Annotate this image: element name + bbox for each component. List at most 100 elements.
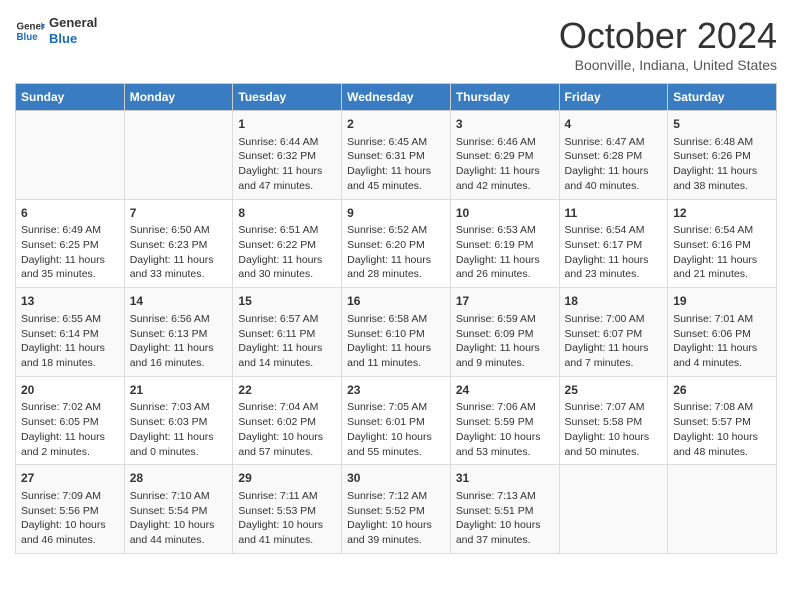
calendar-cell: 8Sunrise: 6:51 AM Sunset: 6:22 PM Daylig… — [233, 199, 342, 288]
day-header-thursday: Thursday — [450, 84, 559, 111]
week-row-4: 20Sunrise: 7:02 AM Sunset: 6:05 PM Dayli… — [16, 376, 777, 465]
location: Boonville, Indiana, United States — [559, 57, 777, 73]
cell-content: Sunrise: 7:05 AM Sunset: 6:01 PM Dayligh… — [347, 400, 445, 459]
month-title: October 2024 — [559, 15, 777, 57]
cell-content: Sunrise: 7:06 AM Sunset: 5:59 PM Dayligh… — [456, 400, 554, 459]
day-header-wednesday: Wednesday — [342, 84, 451, 111]
calendar-cell: 2Sunrise: 6:45 AM Sunset: 6:31 PM Daylig… — [342, 111, 451, 200]
svg-text:General: General — [17, 21, 46, 32]
day-number: 8 — [238, 205, 336, 222]
cell-content: Sunrise: 6:48 AM Sunset: 6:26 PM Dayligh… — [673, 135, 771, 194]
calendar-header-row: SundayMondayTuesdayWednesdayThursdayFrid… — [16, 84, 777, 111]
cell-content: Sunrise: 7:10 AM Sunset: 5:54 PM Dayligh… — [130, 489, 228, 548]
day-number: 30 — [347, 470, 445, 487]
day-header-saturday: Saturday — [668, 84, 777, 111]
week-row-1: 1 Sunrise: 6:44 AM Sunset: 6:32 PM Daylig… — [16, 111, 777, 200]
cell-content: Sunrise: 6:49 AM Sunset: 6:25 PM Dayligh… — [21, 223, 119, 282]
calendar-cell: 6Sunrise: 6:49 AM Sunset: 6:25 PM Daylig… — [16, 199, 125, 288]
day-number: 13 — [21, 293, 119, 310]
day-number: 9 — [347, 205, 445, 222]
day-header-monday: Monday — [124, 84, 233, 111]
day-number: 22 — [238, 382, 336, 399]
cell-content: Sunrise: 6:45 AM Sunset: 6:31 PM Dayligh… — [347, 135, 445, 194]
cell-content: Sunrise: 6:50 AM Sunset: 6:23 PM Dayligh… — [130, 223, 228, 282]
calendar-cell: 26Sunrise: 7:08 AM Sunset: 5:57 PM Dayli… — [668, 376, 777, 465]
calendar-cell: 30 Sunrise: 7:12 AM Sunset: 5:52 PM Dayli… — [342, 465, 451, 554]
day-number: 10 — [456, 205, 554, 222]
cell-content: Sunrise: 6:59 AM Sunset: 6:09 PM Dayligh… — [456, 312, 554, 371]
day-number: 26 — [673, 382, 771, 399]
day-number: 6 — [21, 205, 119, 222]
day-number: 11 — [565, 205, 663, 222]
day-number: 17 — [456, 293, 554, 310]
week-row-5: 27 Sunrise: 7:09 AM Sunset: 5:56 PM Dayli… — [16, 465, 777, 554]
calendar-cell: 20Sunrise: 7:02 AM Sunset: 6:05 PM Dayli… — [16, 376, 125, 465]
day-number: 19 — [673, 293, 771, 310]
logo-icon: General Blue — [15, 16, 45, 46]
calendar-cell: 27 Sunrise: 7:09 AM Sunset: 5:56 PM Dayli… — [16, 465, 125, 554]
cell-content: Sunrise: 7:13 AM Sunset: 5:51 PM Dayligh… — [456, 489, 554, 548]
calendar-table: SundayMondayTuesdayWednesdayThursdayFrid… — [15, 83, 777, 554]
calendar-cell — [668, 465, 777, 554]
calendar-cell: 16Sunrise: 6:58 AM Sunset: 6:10 PM Dayli… — [342, 288, 451, 377]
day-number: 12 — [673, 205, 771, 222]
calendar-cell: 9Sunrise: 6:52 AM Sunset: 6:20 PM Daylig… — [342, 199, 451, 288]
day-number: 5 — [673, 116, 771, 133]
cell-content: Sunrise: 6:44 AM Sunset: 6:32 PM Dayligh… — [238, 135, 336, 194]
cell-content: Sunrise: 6:51 AM Sunset: 6:22 PM Dayligh… — [238, 223, 336, 282]
calendar-cell — [559, 465, 668, 554]
calendar-cell: 1 Sunrise: 6:44 AM Sunset: 6:32 PM Daylig… — [233, 111, 342, 200]
calendar-cell: 18 Sunrise: 7:00 AM Sunset: 6:07 PM Dayli… — [559, 288, 668, 377]
calendar-cell: 13 Sunrise: 6:55 AM Sunset: 6:14 PM Dayli… — [16, 288, 125, 377]
page-header: General Blue General Blue October 2024 B… — [15, 15, 777, 73]
day-number: 24 — [456, 382, 554, 399]
week-row-2: 6Sunrise: 6:49 AM Sunset: 6:25 PM Daylig… — [16, 199, 777, 288]
cell-content: Sunrise: 6:55 AM Sunset: 6:14 PM Dayligh… — [21, 312, 119, 371]
day-header-sunday: Sunday — [16, 84, 125, 111]
calendar-cell: 14Sunrise: 6:56 AM Sunset: 6:13 PM Dayli… — [124, 288, 233, 377]
day-number: 20 — [21, 382, 119, 399]
day-number: 23 — [347, 382, 445, 399]
cell-content: Sunrise: 7:09 AM Sunset: 5:56 PM Dayligh… — [21, 489, 119, 548]
cell-content: Sunrise: 6:54 AM Sunset: 6:16 PM Dayligh… — [673, 223, 771, 282]
day-number: 29 — [238, 470, 336, 487]
cell-content: Sunrise: 7:12 AM Sunset: 5:52 PM Dayligh… — [347, 489, 445, 548]
calendar-cell: 11Sunrise: 6:54 AM Sunset: 6:17 PM Dayli… — [559, 199, 668, 288]
calendar-cell: 5 Sunrise: 6:48 AM Sunset: 6:26 PM Daylig… — [668, 111, 777, 200]
day-number: 4 — [565, 116, 663, 133]
cell-content: Sunrise: 7:03 AM Sunset: 6:03 PM Dayligh… — [130, 400, 228, 459]
cell-content: Sunrise: 7:02 AM Sunset: 6:05 PM Dayligh… — [21, 400, 119, 459]
calendar-cell: 19 Sunrise: 7:01 AM Sunset: 6:06 PM Dayli… — [668, 288, 777, 377]
calendar-cell: 31 Sunrise: 7:13 AM Sunset: 5:51 PM Dayli… — [450, 465, 559, 554]
calendar-cell: 29 Sunrise: 7:11 AM Sunset: 5:53 PM Dayli… — [233, 465, 342, 554]
day-number: 15 — [238, 293, 336, 310]
calendar-cell: 4Sunrise: 6:47 AM Sunset: 6:28 PM Daylig… — [559, 111, 668, 200]
logo-blue: Blue — [49, 31, 97, 47]
day-number: 31 — [456, 470, 554, 487]
day-header-tuesday: Tuesday — [233, 84, 342, 111]
cell-content: Sunrise: 7:08 AM Sunset: 5:57 PM Dayligh… — [673, 400, 771, 459]
cell-content: Sunrise: 7:07 AM Sunset: 5:58 PM Dayligh… — [565, 400, 663, 459]
calendar-cell — [16, 111, 125, 200]
calendar-cell: 12Sunrise: 6:54 AM Sunset: 6:16 PM Dayli… — [668, 199, 777, 288]
day-header-friday: Friday — [559, 84, 668, 111]
day-number: 25 — [565, 382, 663, 399]
cell-content: Sunrise: 7:04 AM Sunset: 6:02 PM Dayligh… — [238, 400, 336, 459]
day-number: 27 — [21, 470, 119, 487]
day-number: 1 — [238, 116, 336, 133]
cell-content: Sunrise: 6:57 AM Sunset: 6:11 PM Dayligh… — [238, 312, 336, 371]
cell-content: Sunrise: 7:01 AM Sunset: 6:06 PM Dayligh… — [673, 312, 771, 371]
day-number: 21 — [130, 382, 228, 399]
day-number: 28 — [130, 470, 228, 487]
day-number: 7 — [130, 205, 228, 222]
day-number: 18 — [565, 293, 663, 310]
calendar-cell: 21Sunrise: 7:03 AM Sunset: 6:03 PM Dayli… — [124, 376, 233, 465]
day-number: 3 — [456, 116, 554, 133]
calendar-cell: 17 Sunrise: 6:59 AM Sunset: 6:09 PM Dayli… — [450, 288, 559, 377]
svg-text:Blue: Blue — [17, 32, 39, 43]
calendar-cell: 28 Sunrise: 7:10 AM Sunset: 5:54 PM Dayli… — [124, 465, 233, 554]
cell-content: Sunrise: 7:00 AM Sunset: 6:07 PM Dayligh… — [565, 312, 663, 371]
cell-content: Sunrise: 7:11 AM Sunset: 5:53 PM Dayligh… — [238, 489, 336, 548]
cell-content: Sunrise: 6:46 AM Sunset: 6:29 PM Dayligh… — [456, 135, 554, 194]
calendar-cell: 3 Sunrise: 6:46 AM Sunset: 6:29 PM Daylig… — [450, 111, 559, 200]
